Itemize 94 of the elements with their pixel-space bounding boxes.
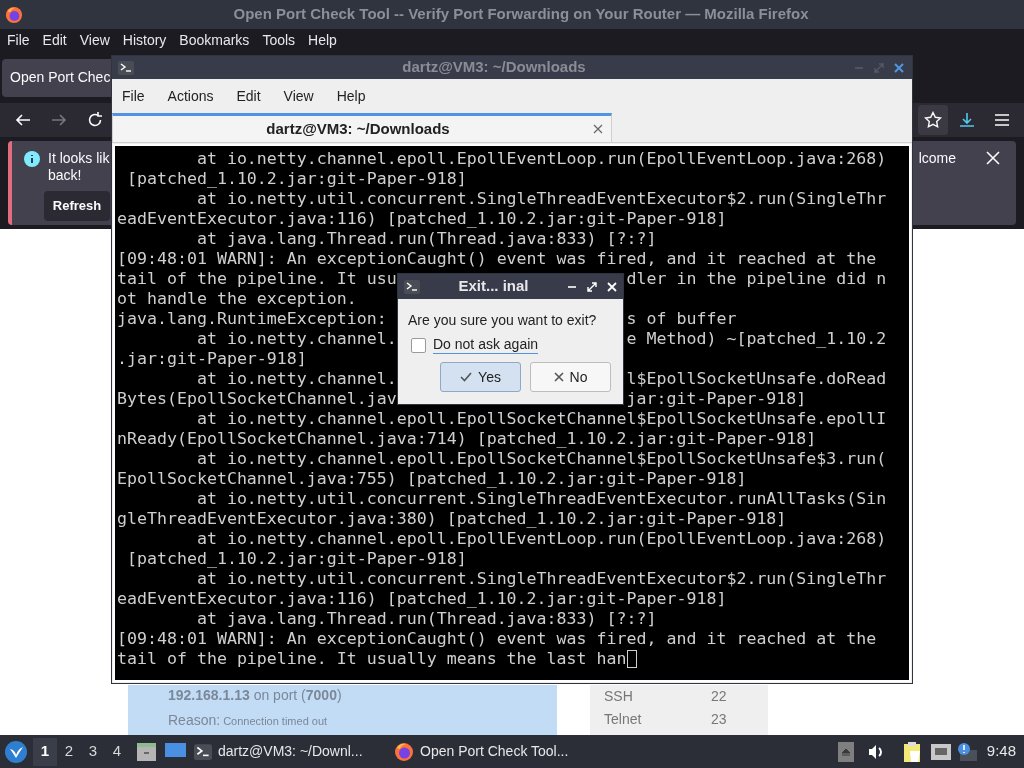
network-icon[interactable] bbox=[930, 742, 951, 761]
terminal-line: at java.lang.Thread.run(Thread.java:833) [?:?] bbox=[195, 609, 657, 629]
terminal-line: at io.netty.channel. bbox=[195, 369, 397, 389]
terminal-line: Bytes(EpollSocketChannel.jav bbox=[117, 389, 397, 409]
menu-item[interactable]: History bbox=[122, 30, 167, 51]
dialog-message: Are you sure you want to exit? bbox=[408, 311, 598, 330]
firefox-icon bbox=[5, 5, 23, 24]
terminal-line: l$EpollSocketUnsafe.doRead bbox=[626, 369, 887, 389]
menu-item[interactable]: File bbox=[7, 30, 30, 51]
terminal-line: ot handle the exception. bbox=[117, 289, 357, 309]
reload-icon[interactable] bbox=[86, 111, 104, 129]
start-menu-icon[interactable] bbox=[5, 740, 27, 763]
table-cell-text: 23 bbox=[711, 710, 727, 729]
menu-item[interactable]: Actions bbox=[167, 86, 214, 107]
table-cell-text: 22 bbox=[711, 687, 727, 706]
menu-item[interactable]: Bookmarks bbox=[179, 30, 250, 51]
file-cabinet-icon[interactable] bbox=[136, 741, 157, 762]
terminal-line: at io.netty.channel.epoll.EpollEventLoop.run(EpollEventLoop.java:268) bbox=[195, 529, 887, 549]
table-cell-text: Telnet bbox=[604, 710, 643, 729]
terminal-line: tail of the pipeline. It usually means the last han bbox=[117, 649, 627, 669]
workspace-button[interactable]: 4 bbox=[105, 737, 129, 766]
checkbox-label[interactable]: Do not ask again bbox=[433, 336, 539, 354]
terminal-line: eadEventExecutor.java:116) [patched_1.10.2.jar:git-Paper-918] bbox=[117, 209, 727, 229]
menu-item[interactable]: File bbox=[122, 86, 145, 107]
notification-text: It looks lik bbox=[48, 150, 110, 167]
desktop-icon[interactable] bbox=[165, 742, 186, 761]
terminal-line: java.lang.RuntimeException: bbox=[117, 309, 387, 329]
terminal-line: at java.lang.Thread.run(Thread.java:833) [?:?] bbox=[195, 229, 657, 249]
tab-title: dartz@VM3: ~/Downloads bbox=[265, 118, 451, 139]
terminal-line: [patched_1.10.2.jar:git-Paper-918] bbox=[126, 549, 467, 569]
download-icon[interactable] bbox=[958, 111, 976, 129]
terminal-line: eadEventExecutor.java:116) [patched_1.10.2.jar:git-Paper-918] bbox=[117, 589, 727, 609]
browser-tab[interactable]: Open Port Chec bbox=[2, 58, 111, 97]
bookmark-button[interactable] bbox=[918, 105, 948, 135]
menu-item[interactable]: Edit bbox=[42, 30, 67, 51]
star-icon bbox=[924, 111, 942, 129]
terminal-line: gleThreadEventExecutor.java:380) [patched_1.10.2.jar:git-Paper-918] bbox=[117, 509, 787, 529]
menu-icon[interactable] bbox=[994, 112, 1010, 128]
terminal-icon bbox=[118, 59, 134, 76]
menu-item[interactable]: Help bbox=[336, 86, 366, 107]
info-icon bbox=[24, 151, 40, 167]
terminal-line: at io.netty.channel.epoll.EpollSocketChannel$EpollSocketUnsafe.epollI bbox=[195, 409, 887, 429]
table-cell-text: SSH bbox=[604, 687, 634, 706]
window-title: dartz@VM3: ~/Downloads bbox=[401, 57, 587, 78]
taskbar-task[interactable]: Open Port Check Tool... bbox=[420, 741, 569, 762]
terminal-line: at io.netty.util.concurrent.SingleThreadEventExecutor$2.run(SingleThr bbox=[195, 569, 887, 589]
menu-item[interactable]: Help bbox=[308, 30, 337, 51]
terminal-line: [09:48:01 WARN]: An exceptionCaught() event was fired, and it reached at the bbox=[117, 629, 877, 649]
dialog-title: Exit... inal bbox=[457, 276, 530, 297]
dialog-button[interactable]: No bbox=[530, 362, 611, 392]
terminal-line: tail of the pipeline. It usu bbox=[117, 269, 397, 289]
notification-text: lcome bbox=[918, 150, 956, 168]
firefox-icon bbox=[394, 741, 414, 762]
menu-item[interactable]: Tools bbox=[262, 30, 296, 51]
reason-text: Connection timed out bbox=[223, 714, 328, 729]
terminal-icon bbox=[404, 278, 420, 295]
reason-label: Reason: bbox=[168, 711, 221, 730]
terminal-line: [09:48:01 WARN]: An exceptionCaught() event was fired, and it reached at the bbox=[117, 249, 877, 269]
terminal-line: at io.netty.channel.epoll.EpollSocketChannel$EpollSocketUnsafe$3.run( bbox=[195, 449, 887, 469]
notification-text: back! bbox=[48, 167, 83, 184]
terminal-line: at io.netty.util.concurrent.SingleThreadEventExecutor$2.run(SingleThr bbox=[195, 189, 887, 209]
check-icon bbox=[460, 371, 473, 383]
clock[interactable]: 9:48 bbox=[986, 740, 1016, 763]
result-text: 192.168.1.13 on port (7000) bbox=[168, 686, 343, 704]
workspace-button[interactable]: 3 bbox=[81, 737, 105, 766]
terminal-line: nReady(EpollSocketChannel.java:714) [patched_1.10.2.jar:git-Paper-918] bbox=[117, 429, 817, 449]
terminal-line: dler in the pipeline did n bbox=[626, 269, 887, 289]
speaker-icon[interactable] bbox=[867, 743, 884, 760]
terminal-line: s of buffer bbox=[626, 309, 737, 329]
notification-icon[interactable] bbox=[956, 741, 977, 762]
close-icon bbox=[553, 372, 564, 382]
refresh-button[interactable]: Refresh bbox=[44, 191, 110, 221]
terminal-line: [patched_1.10.2.jar:git-Paper-918] bbox=[126, 169, 467, 189]
terminal-line: at io.netty.channel. bbox=[195, 329, 397, 349]
terminal-line: at io.netty.channel.epoll.EpollEventLoop.run(EpollEventLoop.java:268) bbox=[195, 149, 887, 169]
terminal-line: jar:git-Paper-918] bbox=[626, 389, 807, 409]
terminal-line: .jar:git-Paper-918] bbox=[117, 349, 307, 369]
terminal-icon bbox=[194, 742, 212, 761]
eject-icon[interactable] bbox=[837, 741, 854, 762]
taskbar-task[interactable]: dartz@VM3: ~/Downl... bbox=[218, 741, 363, 762]
menu-item[interactable]: View bbox=[79, 30, 110, 51]
workspace-button[interactable]: 1 bbox=[33, 737, 57, 766]
terminal-line: EpollSocketChannel.java:755) [patched_1.10.2.jar:git-Paper-918] bbox=[117, 469, 747, 489]
terminal-line: at io.netty.util.concurrent.SingleThreadEventExecutor.runAllTasks(Sin bbox=[195, 489, 887, 509]
menu-item[interactable]: View bbox=[283, 86, 314, 107]
clipboard-icon[interactable] bbox=[902, 740, 923, 763]
terminal-tab[interactable]: dartz@VM3: ~/Downloads bbox=[112, 113, 612, 142]
menu-item[interactable]: Edit bbox=[236, 86, 261, 107]
workspace-button[interactable]: 2 bbox=[57, 737, 81, 766]
window-title: Open Port Check Tool -- Verify Port Forwarding on Your Router — Mozilla Firefox bbox=[232, 4, 810, 25]
close-icon[interactable] bbox=[593, 124, 603, 134]
terminal-line: e Method) ~[patched_1.10.2 bbox=[626, 329, 887, 349]
dialog-button[interactable]: Yes bbox=[440, 362, 521, 392]
checkbox[interactable] bbox=[411, 337, 426, 353]
